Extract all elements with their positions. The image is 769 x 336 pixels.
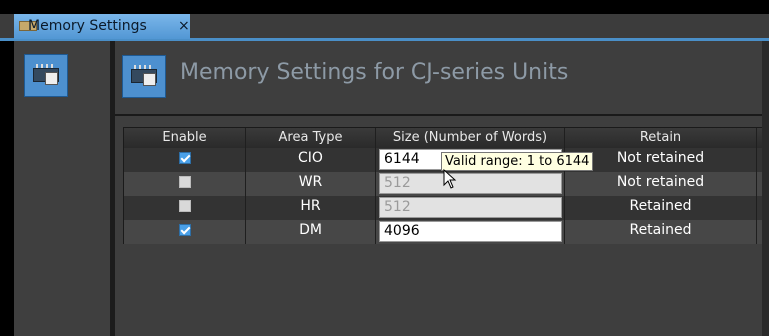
size-cell: 512	[376, 172, 565, 196]
enable-cell	[124, 148, 246, 172]
table-row: DM 4096 Retained	[124, 220, 769, 244]
retain-cell[interactable]: Not retained	[565, 148, 757, 172]
enable-checkbox[interactable]	[178, 152, 191, 164]
page-title: Memory Settings for CJ-series Units	[180, 60, 569, 85]
header-enable[interactable]: Enable	[124, 128, 246, 148]
tab-memory-settings[interactable]: Memory Settings ×	[14, 14, 190, 39]
table-row: HR 512 Retained	[124, 196, 769, 220]
tab-title: Memory Settings	[28, 18, 147, 34]
retain-cell[interactable]: Retained	[565, 196, 757, 220]
size-cell: 4096	[376, 220, 565, 244]
retain-cell[interactable]: Not retained	[565, 172, 757, 196]
enable-checkbox[interactable]	[178, 224, 191, 236]
valid-range-tooltip: Valid range: 1 to 6144	[441, 152, 594, 171]
close-icon[interactable]: ×	[178, 14, 190, 39]
retain-cell[interactable]: Retained	[565, 220, 757, 244]
area-type-cell: DM	[246, 220, 376, 244]
enable-checkbox[interactable]	[178, 200, 191, 212]
size-cell: 512	[376, 196, 565, 220]
memory-chip-icon	[131, 65, 157, 87]
memory-settings-nav-button[interactable]	[24, 54, 68, 97]
header-size[interactable]: Size (Number of Words)	[376, 128, 565, 148]
table-header-row: Enable Area Type Size (Number of Words) …	[124, 128, 769, 148]
top-border	[0, 0, 769, 14]
size-input[interactable]: 512	[379, 173, 562, 194]
right-edge	[762, 41, 769, 336]
header-retain[interactable]: Retain	[565, 128, 757, 148]
mouse-pointer-icon	[443, 169, 457, 189]
area-type-cell: CIO	[246, 148, 376, 172]
enable-checkbox[interactable]	[178, 176, 191, 188]
enable-cell	[124, 172, 246, 196]
tab-strip: Memory Settings ×	[0, 14, 769, 41]
memory-chip-icon	[33, 64, 59, 86]
enable-cell	[124, 220, 246, 244]
header-area-type[interactable]: Area Type	[246, 128, 376, 148]
size-input[interactable]: 512	[379, 197, 562, 218]
main-panel: Memory Settings for CJ-series Units Enab…	[115, 41, 769, 336]
enable-cell	[124, 196, 246, 220]
header-divider	[115, 114, 769, 116]
size-input[interactable]: 4096	[379, 221, 562, 242]
navigation-pane	[14, 41, 110, 336]
header-icon	[122, 55, 166, 98]
area-type-cell: HR	[246, 196, 376, 220]
area-type-cell: WR	[246, 172, 376, 196]
